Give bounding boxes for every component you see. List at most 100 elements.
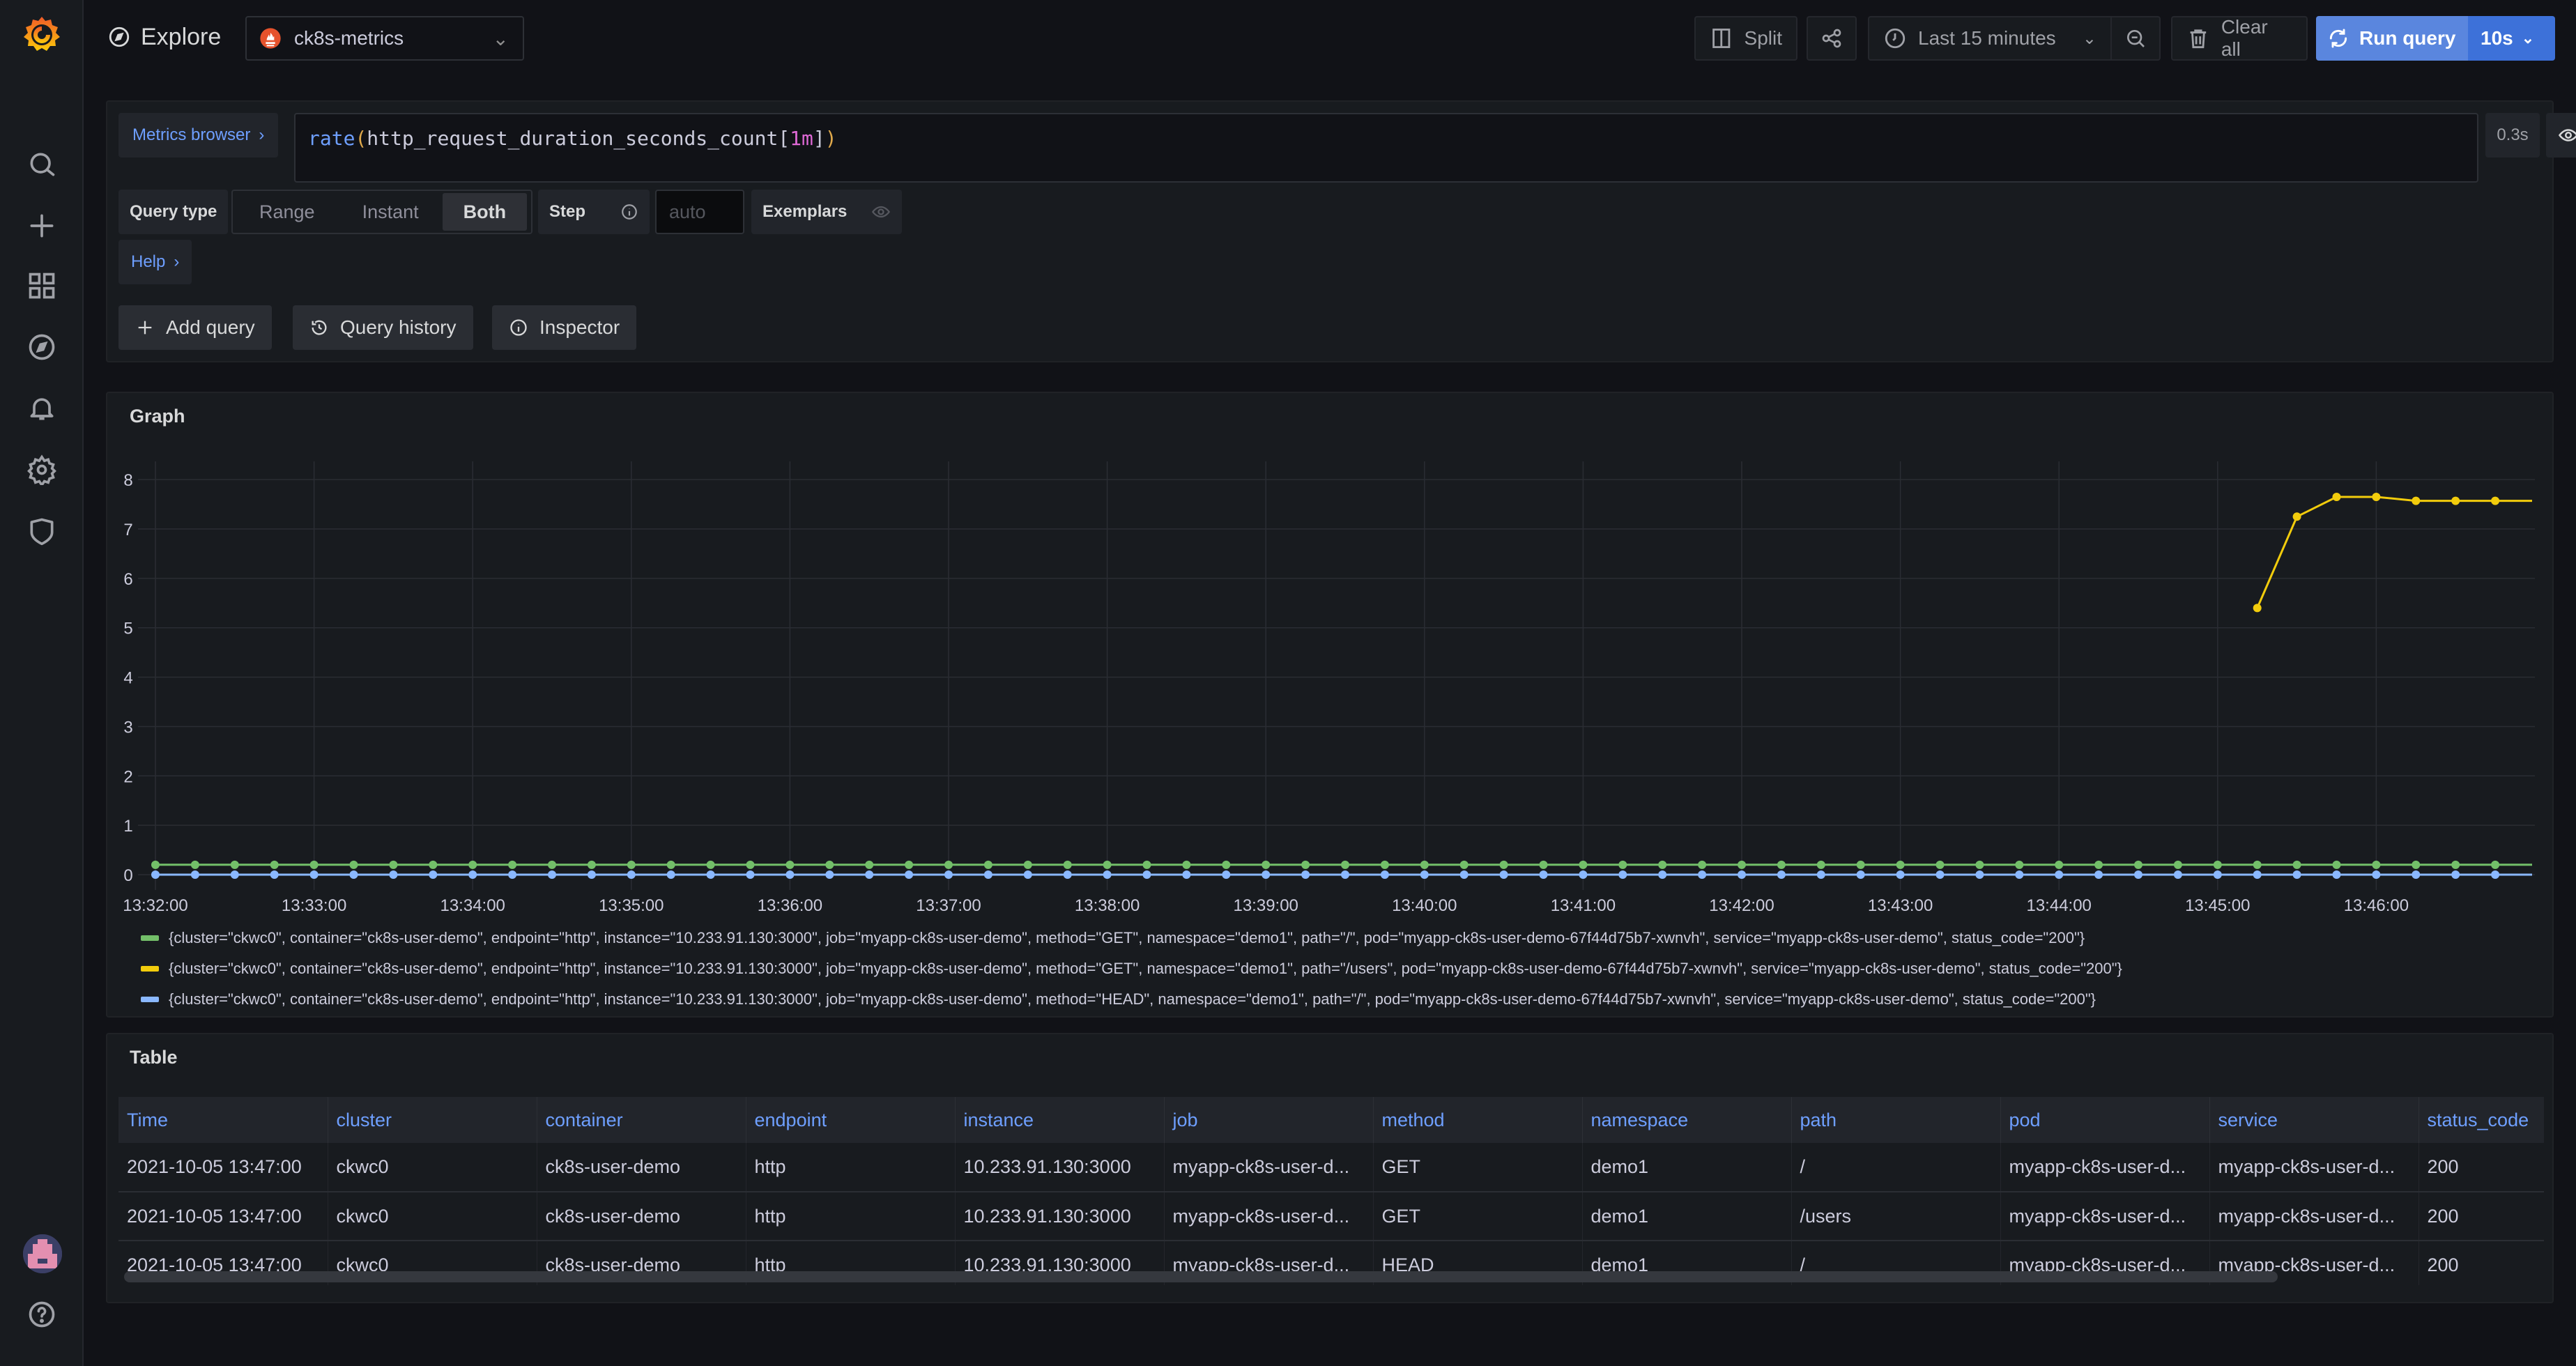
data-point (1856, 870, 1865, 879)
user-avatar[interactable] (23, 1234, 62, 1273)
data-point (2372, 492, 2381, 501)
column-header-pod[interactable]: pod (2000, 1097, 2210, 1143)
shield-icon[interactable] (25, 514, 59, 548)
data-point (1262, 860, 1271, 869)
query-type-both[interactable]: Both (442, 193, 528, 231)
info-icon[interactable] (620, 203, 638, 221)
column-header-status-code[interactable]: status_code (2418, 1097, 2544, 1143)
column-header-instance[interactable]: instance (955, 1097, 1165, 1143)
query-duration: 0.3s (2485, 113, 2540, 158)
bell-icon[interactable] (25, 392, 59, 425)
data-point (1262, 870, 1271, 879)
legend-item[interactable]: {cluster="ckwc0", container="ck8s-user-d… (141, 984, 2122, 1015)
data-point (983, 870, 992, 879)
gear-icon[interactable] (25, 453, 59, 486)
data-point (2491, 870, 2500, 879)
help-icon[interactable] (25, 1298, 59, 1331)
time-range-picker[interactable]: Last 15 minutes ⌄ (1868, 16, 2112, 61)
data-point (1658, 860, 1667, 869)
column-header-time[interactable]: Time (118, 1097, 328, 1143)
query-type-instant[interactable]: Instant (339, 193, 443, 231)
data-point (865, 870, 874, 879)
column-header-container[interactable]: container (537, 1097, 746, 1143)
table-cell: GET (1373, 1192, 1583, 1241)
step-input[interactable]: auto (655, 190, 744, 234)
data-point (389, 870, 398, 879)
data-point (2055, 860, 2064, 869)
chevron-down-icon: ⌄ (492, 27, 509, 49)
data-point (1142, 870, 1151, 879)
data-point (2015, 870, 2024, 879)
add-query-button[interactable]: Add query (118, 305, 272, 350)
column-header-namespace[interactable]: namespace (1582, 1097, 1792, 1143)
y-tick-label: 6 (123, 570, 132, 589)
data-point (468, 870, 477, 879)
y-tick-label: 8 (123, 471, 132, 490)
metrics-browser-button[interactable]: Metrics browser › (118, 113, 279, 158)
data-point (389, 860, 398, 869)
data-point (2134, 870, 2142, 879)
data-point (1816, 870, 1825, 879)
column-header-service[interactable]: service (2209, 1097, 2419, 1143)
table-cell: myapp-ck8s-user-d... (2000, 1192, 2210, 1241)
data-point (825, 860, 834, 869)
share-button[interactable] (1807, 16, 1857, 61)
data-point (1023, 870, 1032, 879)
clear-all-button[interactable]: Clear all (2171, 16, 2308, 61)
inspector-button[interactable]: Inspector (492, 305, 637, 350)
data-point (1896, 860, 1905, 869)
column-header-job[interactable]: job (1164, 1097, 1374, 1143)
data-point (1658, 870, 1667, 879)
split-button[interactable]: Split (1694, 16, 1797, 61)
table-cell: myapp-ck8s-user-d... (2209, 1192, 2419, 1241)
legend-item[interactable]: {cluster="ckwc0", container="ck8s-user-d… (141, 923, 2122, 953)
data-point (1063, 860, 1072, 869)
zoom-out-button[interactable] (2110, 16, 2161, 61)
query-history-button[interactable]: Query history (293, 305, 473, 350)
table-row: 2021-10-05 13:47:00 ckwc0 ck8s-user-demo ht… (118, 1192, 2544, 1241)
y-tick-label: 0 (123, 866, 132, 885)
eye-icon (871, 206, 891, 218)
legend-item[interactable]: {cluster="ckwc0", container="ck8s-user-d… (141, 953, 2122, 984)
run-query-button[interactable]: Run query (2316, 16, 2468, 61)
data-point (151, 860, 160, 869)
datasource-picker[interactable]: ck8s-metrics ⌄ (245, 16, 524, 61)
data-point (1698, 860, 1707, 869)
data-point (2372, 870, 2381, 879)
horizontal-scrollbar[interactable] (124, 1271, 2278, 1282)
data-point (944, 860, 953, 869)
data-point (1063, 870, 1072, 879)
x-tick-label: 13:34:00 (440, 896, 505, 915)
x-tick-label: 13:38:00 (1075, 896, 1140, 915)
column-header-path[interactable]: path (1791, 1097, 2001, 1143)
column-header-endpoint[interactable]: endpoint (746, 1097, 956, 1143)
step-label: Step (538, 190, 650, 234)
refresh-interval-picker[interactable]: 10s ⌄ (2468, 16, 2555, 61)
query-type-range[interactable]: Range (236, 193, 339, 231)
query-input[interactable]: rate(http_request_duration_seconds_count… (294, 113, 2478, 183)
plus-icon[interactable] (25, 209, 59, 243)
hide-query-button[interactable] (2546, 113, 2576, 158)
data-point (429, 870, 438, 879)
data-point (785, 870, 795, 879)
data-point (151, 870, 160, 879)
data-point (1459, 860, 1469, 869)
query-metric: http_request_duration_seconds_count (367, 127, 779, 150)
x-tick-label: 13:39:00 (1233, 896, 1298, 915)
grafana-logo-icon[interactable] (21, 14, 63, 56)
table-cell: /users (1791, 1192, 2001, 1241)
data-point (1420, 860, 1429, 869)
compass-icon[interactable] (25, 330, 59, 364)
column-header-cluster[interactable]: cluster (328, 1097, 537, 1143)
data-point (1301, 870, 1310, 879)
search-icon[interactable] (25, 148, 59, 181)
exemplars-toggle[interactable]: Exemplars (751, 190, 902, 234)
history-icon (312, 320, 327, 335)
y-tick-label: 1 (123, 817, 132, 836)
dashboards-icon[interactable] (25, 269, 59, 302)
column-header-method[interactable]: method (1373, 1097, 1583, 1143)
explore-toolbar: Explore ck8s-metrics ⌄ Split Last 15 min… (84, 0, 2576, 77)
data-point (1182, 860, 1191, 869)
help-button[interactable]: Help › (118, 240, 192, 284)
legend-swatch (141, 935, 159, 941)
